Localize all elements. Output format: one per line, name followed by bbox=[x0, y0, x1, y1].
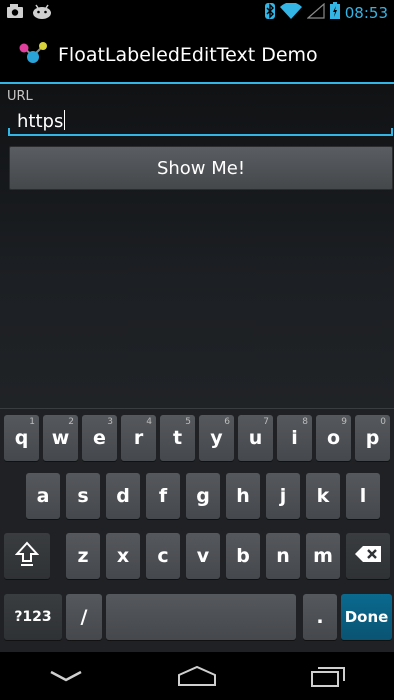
key-s[interactable]: s bbox=[66, 473, 100, 519]
recents-icon[interactable] bbox=[298, 656, 358, 696]
key-e[interactable]: e3 bbox=[82, 415, 117, 461]
slash-key[interactable]: / bbox=[66, 594, 102, 640]
key-o[interactable]: o9 bbox=[316, 415, 351, 461]
android-notification-icon bbox=[32, 3, 52, 23]
key-l[interactable]: l bbox=[346, 473, 380, 519]
key-k[interactable]: k bbox=[306, 473, 340, 519]
key-h[interactable]: h bbox=[226, 473, 260, 519]
show-me-button[interactable]: Show Me! bbox=[9, 146, 393, 190]
soft-keyboard: q1 w2 e3 r4 t5 y6 u7 i8 o9 p0 a s d f g … bbox=[0, 408, 394, 652]
key-b[interactable]: b bbox=[226, 533, 260, 579]
url-input-value[interactable]: https bbox=[17, 110, 66, 132]
photo-notification-icon bbox=[6, 3, 24, 23]
key-z[interactable]: z bbox=[66, 533, 100, 579]
clock: 08:53 bbox=[344, 3, 388, 22]
symbols-key[interactable]: ?123 bbox=[4, 594, 62, 640]
home-icon[interactable] bbox=[167, 656, 227, 696]
key-c[interactable]: c bbox=[146, 533, 180, 579]
shift-icon bbox=[14, 541, 40, 572]
key-x[interactable]: x bbox=[106, 533, 140, 579]
key-i[interactable]: i8 bbox=[277, 415, 312, 461]
bluetooth-icon bbox=[264, 2, 275, 23]
shift-key[interactable] bbox=[4, 533, 50, 579]
key-w[interactable]: w2 bbox=[43, 415, 78, 461]
app-title: FloatLabeledEditText Demo bbox=[58, 43, 318, 66]
text-cursor bbox=[64, 110, 66, 130]
url-input[interactable]: https bbox=[8, 104, 393, 136]
space-key[interactable] bbox=[106, 594, 296, 640]
key-n[interactable]: n bbox=[266, 533, 300, 579]
key-g[interactable]: g bbox=[186, 473, 220, 519]
back-icon[interactable] bbox=[36, 656, 96, 696]
main-content: URL https Show Me! bbox=[0, 84, 394, 408]
backspace-icon bbox=[354, 545, 382, 568]
key-m[interactable]: m bbox=[306, 533, 340, 579]
status-bar: 08:53 bbox=[0, 0, 394, 25]
key-d[interactable]: d bbox=[106, 473, 140, 519]
backspace-key[interactable] bbox=[346, 533, 390, 579]
key-t[interactable]: t5 bbox=[160, 415, 195, 461]
navigation-bar bbox=[0, 652, 394, 700]
url-float-label: URL bbox=[7, 89, 33, 104]
molecule-app-icon[interactable] bbox=[18, 40, 48, 70]
key-v[interactable]: v bbox=[186, 533, 220, 579]
key-u[interactable]: u7 bbox=[238, 415, 273, 461]
done-key[interactable]: Done bbox=[341, 594, 392, 640]
key-r[interactable]: r4 bbox=[121, 415, 156, 461]
key-j[interactable]: j bbox=[266, 473, 300, 519]
wifi-icon bbox=[279, 1, 302, 23]
signal-icon bbox=[306, 2, 325, 23]
key-a[interactable]: a bbox=[26, 473, 60, 519]
battery-icon bbox=[329, 2, 340, 23]
key-y[interactable]: y6 bbox=[199, 415, 234, 461]
period-key[interactable]: . bbox=[303, 594, 337, 640]
key-p[interactable]: p0 bbox=[355, 415, 390, 461]
action-bar: FloatLabeledEditText Demo bbox=[0, 25, 394, 84]
key-f[interactable]: f bbox=[146, 473, 180, 519]
key-q[interactable]: q1 bbox=[4, 415, 39, 461]
